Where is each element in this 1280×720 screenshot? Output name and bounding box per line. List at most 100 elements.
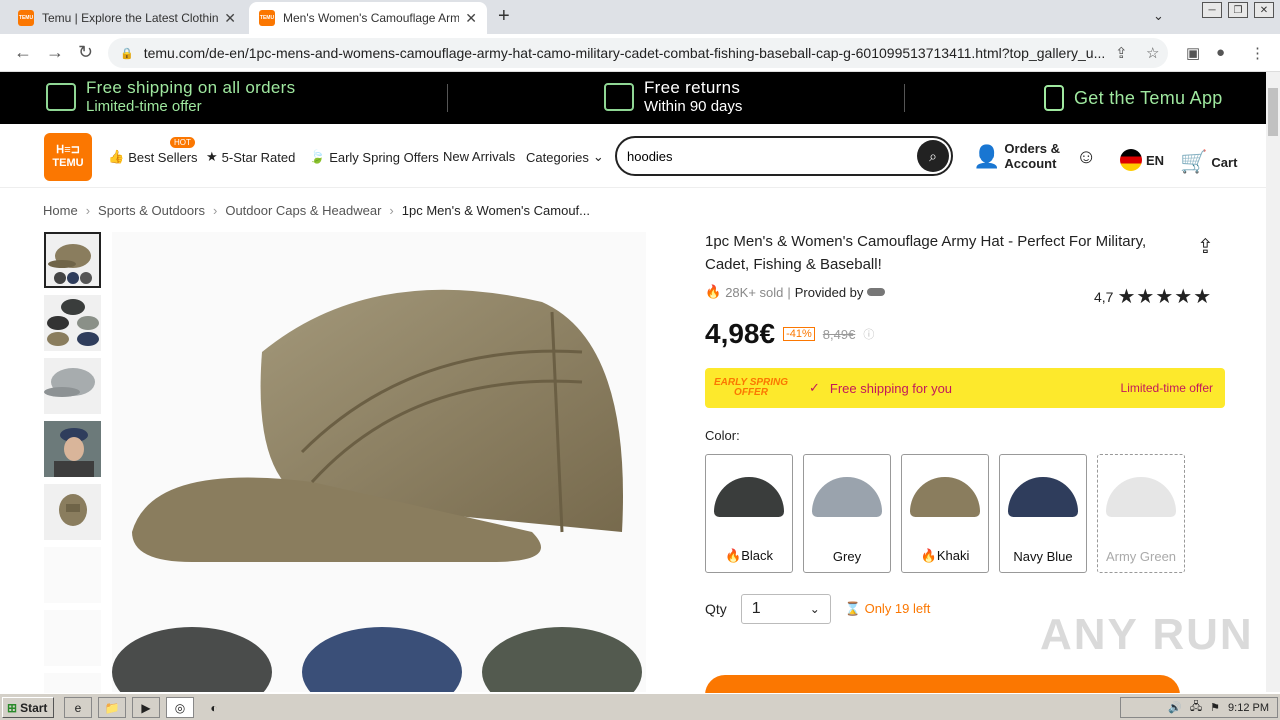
ie-icon[interactable]: e (64, 697, 92, 718)
promo-app-label: Get the Temu App (1074, 87, 1223, 108)
color-swatch-navy-blue[interactable]: Navy Blue (999, 454, 1087, 573)
browser-tab-temu-home[interactable]: TEMU Temu | Explore the Latest Clothing,… (8, 2, 246, 34)
hot-badge: HOT (170, 137, 195, 148)
reload-icon[interactable]: ↻ (78, 42, 93, 63)
check-icon: ✓ (809, 380, 820, 395)
new-tab-icon[interactable]: + (498, 5, 510, 28)
seller-logo[interactable] (867, 288, 886, 296)
product-thumbnail[interactable] (44, 358, 101, 414)
close-icon[interactable]: ✕ (465, 10, 477, 27)
old-price: 8,49€ (822, 326, 856, 342)
breadcrumb-sports[interactable]: Sports & Outdoors (98, 203, 205, 218)
product-thumbnail[interactable] (44, 421, 101, 477)
product-title: 1pc Men's & Women's Camouflage Army Hat … (705, 233, 1147, 273)
quantity-row: Qty 1 ⌄ ⌛ Only 19 left (705, 594, 930, 624)
start-label: Start (20, 700, 48, 715)
scrollbar-thumb[interactable] (1268, 88, 1278, 136)
lang-label: EN (1146, 152, 1165, 168)
breadcrumb: Home › Sports & Outdoors › Outdoor Caps … (43, 203, 590, 218)
support-chat-icon[interactable]: ☺ (1076, 146, 1096, 169)
color-swatch-black[interactable]: 🔥Black (705, 454, 793, 573)
page-scrollbar[interactable] (1266, 72, 1280, 692)
site-header: ᕼ≡⊐ TEMU 👍 Best Sellers HOT ★ 5-Star Rat… (0, 124, 1266, 188)
logo-text: TEMU (52, 157, 84, 169)
breadcrumb-caps[interactable]: Outdoor Caps & Headwear (225, 203, 381, 218)
flag-icon[interactable]: ⚑ (1210, 701, 1220, 714)
main-product-image[interactable] (112, 232, 646, 692)
sold-row: 🔥 28K+ sold | Provided by (705, 284, 886, 300)
star-rating-icons: ★★★★★ (1117, 286, 1213, 308)
close-icon[interactable]: ✕ (224, 10, 236, 27)
stock-text: Only 19 left (864, 601, 931, 616)
media-player-icon[interactable]: ▶ (132, 697, 160, 718)
chevron-down-icon: ⌄ (809, 602, 820, 616)
browser-tab-product[interactable]: TEMU Men's Women's Camouflage Army Ha ✕ (249, 2, 487, 34)
side-panel-icon[interactable]: ▣ (1186, 44, 1200, 62)
menu-icon[interactable]: ⋮ (1250, 44, 1265, 62)
share-icon[interactable]: ⇪ (1197, 234, 1214, 259)
windows-taskbar: ⊞ Start e 📁 ▶ ◎ ◐ 🔊 🖧 ⚑ 9:12 PM (0, 693, 1280, 720)
info-icon[interactable]: ⓘ (863, 326, 874, 342)
swatch-label: Navy Blue (1013, 549, 1073, 564)
search-input[interactable] (627, 148, 907, 164)
share-page-icon[interactable]: ⇪ (1115, 44, 1128, 62)
color-swatch-army-green[interactable]: Army Green (1097, 454, 1185, 573)
minimize-icon[interactable]: ─ (1202, 2, 1222, 18)
clock[interactable]: 9:12 PM (1228, 702, 1269, 714)
free-shipping-promo[interactable]: Free shipping on all orders Limited-time… (46, 78, 295, 115)
nav-new-arrivals[interactable]: New Arrivals (443, 149, 515, 164)
volume-icon[interactable]: 🔊 (1168, 701, 1182, 714)
get-app-promo[interactable]: Get the Temu App (1044, 85, 1223, 111)
watermark: ANY RUN (1040, 610, 1254, 659)
thumbs-up-icon: 👍 (108, 149, 125, 164)
color-swatch-khaki[interactable]: 🔥Khaki (901, 454, 989, 573)
restore-icon[interactable]: ❐ (1228, 2, 1248, 18)
browser-tab-bar: TEMU Temu | Explore the Latest Clothing,… (0, 0, 1280, 34)
product-thumbnail[interactable] (44, 673, 101, 693)
temu-favicon: TEMU (259, 10, 275, 26)
back-icon[interactable]: ← (14, 42, 32, 63)
chevron-down-icon[interactable]: ⌄ (1153, 8, 1164, 24)
rating[interactable]: 4,7 ★★★★★ (1094, 284, 1212, 309)
product-thumbnail[interactable] (44, 232, 101, 288)
product-thumbnail[interactable] (44, 484, 101, 540)
orders-account[interactable]: 👤 Orders & Account (973, 141, 1060, 171)
product-thumbnail[interactable] (44, 610, 101, 666)
start-button[interactable]: ⊞ Start (2, 697, 54, 718)
rating-value: 4,7 (1094, 288, 1114, 305)
provided-by-label: Provided by (794, 284, 864, 300)
search-icon[interactable]: ⌕ (917, 140, 949, 172)
truck-icon (46, 82, 76, 111)
divider (904, 84, 905, 112)
forward-icon[interactable]: → (46, 42, 64, 63)
qty-value: 1 (751, 600, 761, 617)
bookmark-star-icon[interactable]: ☆ (1146, 44, 1159, 62)
cart-button[interactable]: 🛒 Cart (1180, 149, 1237, 175)
chrome-icon[interactable]: ◎ (166, 697, 194, 718)
free-shipping-text: Free shipping for you (829, 380, 953, 396)
language-selector[interactable]: EN (1120, 149, 1164, 171)
nav-best-sellers[interactable]: 👍 Best Sellers (108, 149, 198, 165)
url-field[interactable]: 🔒 temu.com/de-en/1pc-mens-and-womens-cam… (108, 38, 1168, 68)
product-thumbnail[interactable] (44, 547, 101, 603)
folder-icon[interactable]: 📁 (98, 697, 126, 718)
leaf-icon: 🍃 (309, 149, 326, 164)
network-icon[interactable]: 🖧 (1190, 698, 1202, 717)
tab-title: Men's Women's Camouflage Army Ha (283, 11, 460, 25)
edge-icon[interactable]: ◐ (200, 697, 228, 718)
profile-icon[interactable]: ● (1216, 44, 1225, 61)
window-close-icon[interactable]: ✕ (1254, 2, 1274, 18)
lock-icon[interactable]: 🔒 (120, 47, 134, 60)
user-icon: 👤 (973, 143, 1001, 169)
nav-five-star[interactable]: ★ 5-Star Rated (206, 149, 295, 165)
nav-early-spring[interactable]: 🍃 Early Spring Offers (309, 149, 439, 165)
breadcrumb-home[interactable]: Home (43, 203, 78, 218)
fire-icon: 🔥 (725, 548, 742, 563)
quantity-select[interactable]: 1 ⌄ (740, 594, 831, 624)
color-swatch-grey[interactable]: Grey (803, 454, 891, 573)
temu-logo[interactable]: ᕼ≡⊐ TEMU (44, 133, 92, 181)
product-thumbnail[interactable] (44, 295, 101, 351)
nav-categories[interactable]: Categories ⌄ (526, 149, 604, 165)
sold-count: 28K+ sold (725, 284, 784, 300)
free-returns-promo[interactable]: Free returns Within 90 days (604, 78, 742, 115)
